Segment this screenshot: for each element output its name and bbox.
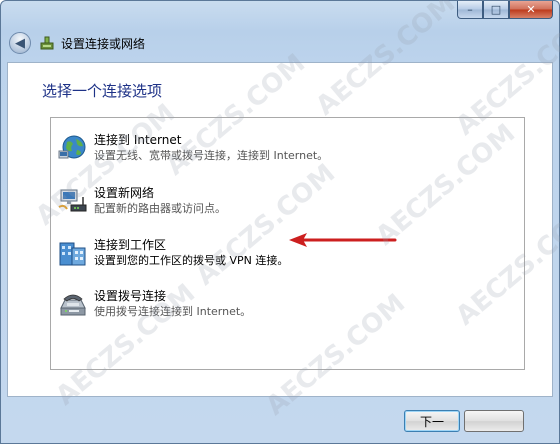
page-heading: 选择一个连接选项 (42, 82, 163, 100)
content-panel: 选择一个连接选项 连接到 Internet 设置无线、宽带或拨号连接，连接到 I… (7, 62, 553, 397)
option-title: 设置拨号连接 (94, 289, 167, 303)
maximize-button[interactable]: □ (483, 1, 509, 19)
close-button[interactable]: ✕ (509, 1, 553, 19)
option-connect-workplace[interactable]: 连接到工作区 设置到您的工作区的拨号或 VPN 连接。 (57, 233, 497, 273)
option-setup-dialup[interactable]: 设置拨号连接 使用拨号连接连接到 Internet。 (57, 284, 497, 324)
cancel-button[interactable] (464, 410, 524, 432)
minimize-button[interactable]: – (457, 1, 483, 19)
back-arrow-icon: ◀ (15, 35, 25, 51)
dialup-modem-icon (60, 294, 86, 316)
back-button[interactable]: ◀ (9, 32, 31, 54)
option-title: 连接到工作区 (94, 238, 167, 252)
option-description: 设置无线、宽带或拨号连接，连接到 Internet。 (94, 149, 329, 162)
option-setup-new-network[interactable]: 设置新网络 配置新的路由器或访问点。 (57, 181, 497, 221)
connection-options-list: 连接到 Internet 设置无线、宽带或拨号连接，连接到 Internet。 … (50, 117, 525, 370)
option-description: 配置新的路由器或访问点。 (94, 202, 226, 215)
workplace-building-icon (59, 242, 86, 266)
option-description: 使用拨号连接连接到 Internet。 (94, 305, 252, 318)
network-wizard-icon (40, 36, 54, 50)
option-title: 连接到 Internet (94, 133, 182, 147)
option-description: 设置到您的工作区的拨号或 VPN 连接。 (94, 254, 289, 267)
annotation-arrow-icon (289, 233, 397, 247)
wizard-window: – □ ✕ ◀ 设置连接或网络 选择一个连接选项 连接到 Internet 设置… (0, 0, 560, 444)
window-title: 设置连接或网络 (61, 36, 146, 51)
next-button[interactable]: 下一 (404, 410, 460, 432)
option-connect-internet[interactable]: 连接到 Internet 设置无线、宽带或拨号连接，连接到 Internet。 (57, 128, 497, 168)
option-title: 设置新网络 (94, 186, 155, 200)
internet-globe-icon (58, 135, 86, 159)
caption-buttons: – □ ✕ (457, 1, 553, 20)
network-router-icon (58, 189, 87, 212)
navigation-bar: ◀ 设置连接或网络 (9, 31, 145, 55)
